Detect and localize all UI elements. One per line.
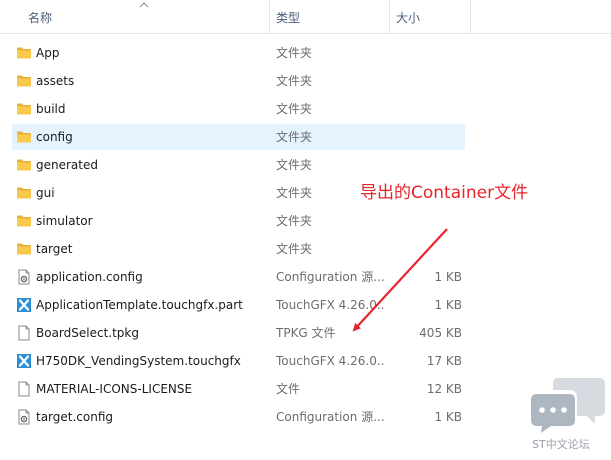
- file-size: 1 KB: [434, 270, 462, 284]
- file-icon: [16, 325, 32, 341]
- file-name: target: [36, 242, 73, 256]
- file-type: TPKG 文件: [276, 326, 336, 340]
- file-row[interactable]: target.config Configuration 源... 1 KB: [0, 403, 611, 431]
- folder-icon: [16, 185, 32, 201]
- config-file-icon: [16, 409, 32, 425]
- file-size: [390, 123, 462, 151]
- file-row[interactable]: generated 文件夹: [0, 151, 611, 179]
- file-type: Configuration 源...: [276, 410, 384, 424]
- file-row[interactable]: config 文件夹: [0, 123, 611, 151]
- file-type: TouchGFX 4.26.0...: [276, 298, 384, 312]
- file-type: 文件夹: [276, 46, 313, 60]
- file-name: build: [36, 102, 66, 116]
- folder-icon: [16, 213, 32, 229]
- column-header-type[interactable]: 类型: [269, 0, 389, 34]
- annotation-label: 导出的Container文件: [360, 183, 529, 203]
- file-name: App: [36, 46, 60, 60]
- file-row[interactable]: H750DK_VendingSystem.touchgfx TouchGFX 4.…: [0, 347, 611, 375]
- file-row[interactable]: target 文件夹: [0, 235, 611, 263]
- file-row[interactable]: application.config Configuration 源... 1 KB: [0, 263, 611, 291]
- file-type: 文件夹: [276, 74, 313, 88]
- folder-icon: [16, 157, 32, 173]
- column-header-size[interactable]: 大小: [389, 0, 470, 34]
- file-size: 17 KB: [426, 354, 462, 368]
- file-size: [390, 95, 462, 123]
- file-size: [390, 207, 462, 235]
- file-row[interactable]: ApplicationTemplate.touchgfx.part TouchGF…: [0, 291, 611, 319]
- file-size: 12 KB: [426, 382, 462, 396]
- file-row[interactable]: MATERIAL-ICONS-LICENSE 文件 12 KB: [0, 375, 611, 403]
- forum-watermark-text: ST中文论坛: [532, 438, 590, 451]
- file-row[interactable]: build 文件夹: [0, 95, 611, 123]
- column-header-bar: 名称 类型 大小: [0, 0, 611, 34]
- file-type: Configuration 源...: [276, 270, 384, 284]
- file-type: 文件夹: [276, 242, 313, 256]
- touchgfx-icon: [16, 297, 32, 313]
- file-type: TouchGFX 4.26.0...: [276, 354, 384, 368]
- file-list: App 文件夹 assets 文件夹 build 文件夹 config 文件夹 generate…: [0, 39, 611, 431]
- file-size: 1 KB: [434, 410, 462, 424]
- file-size: 1 KB: [434, 298, 462, 312]
- file-name: gui: [36, 186, 55, 200]
- file-explorer: 名称 类型 大小 App 文件夹 assets 文件夹 build 文件夹 config 文件…: [0, 0, 611, 460]
- file-icon: [16, 381, 32, 397]
- file-type: 文件夹: [276, 158, 313, 172]
- file-name: config: [36, 130, 73, 144]
- file-type: 文件夹: [276, 214, 313, 228]
- file-name: MATERIAL-ICONS-LICENSE: [36, 382, 193, 396]
- file-size: [390, 67, 462, 95]
- file-name: simulator: [36, 214, 93, 228]
- file-name: generated: [36, 158, 98, 172]
- file-type: 文件夹: [276, 130, 313, 144]
- folder-icon: [16, 241, 32, 257]
- file-row[interactable]: assets 文件夹: [0, 67, 611, 95]
- folder-icon: [16, 101, 32, 117]
- file-row[interactable]: simulator 文件夹: [0, 207, 611, 235]
- file-size: 405 KB: [419, 326, 462, 340]
- file-name: assets: [36, 74, 75, 88]
- file-size: [390, 151, 462, 179]
- touchgfx-icon: [16, 353, 32, 369]
- file-name: ApplicationTemplate.touchgfx.part: [36, 298, 243, 312]
- column-header-name[interactable]: 名称: [21, 0, 268, 34]
- folder-icon: [16, 45, 32, 61]
- file-name: target.config: [36, 410, 114, 424]
- file-row[interactable]: App 文件夹: [0, 39, 611, 67]
- folder-icon: [16, 129, 32, 145]
- file-size: [390, 235, 462, 263]
- file-size: [390, 39, 462, 67]
- file-name: application.config: [36, 270, 143, 284]
- folder-icon: [16, 73, 32, 89]
- file-name: BoardSelect.tpkg: [36, 326, 139, 340]
- config-file-icon: [16, 269, 32, 285]
- forum-logo-watermark: [531, 378, 605, 433]
- file-type: 文件夹: [276, 102, 313, 116]
- file-row[interactable]: BoardSelect.tpkg TPKG 文件 405 KB: [0, 319, 611, 347]
- file-type: 文件: [276, 382, 301, 396]
- file-name: H750DK_VendingSystem.touchgfx: [36, 354, 241, 368]
- column-divider[interactable]: [470, 0, 471, 34]
